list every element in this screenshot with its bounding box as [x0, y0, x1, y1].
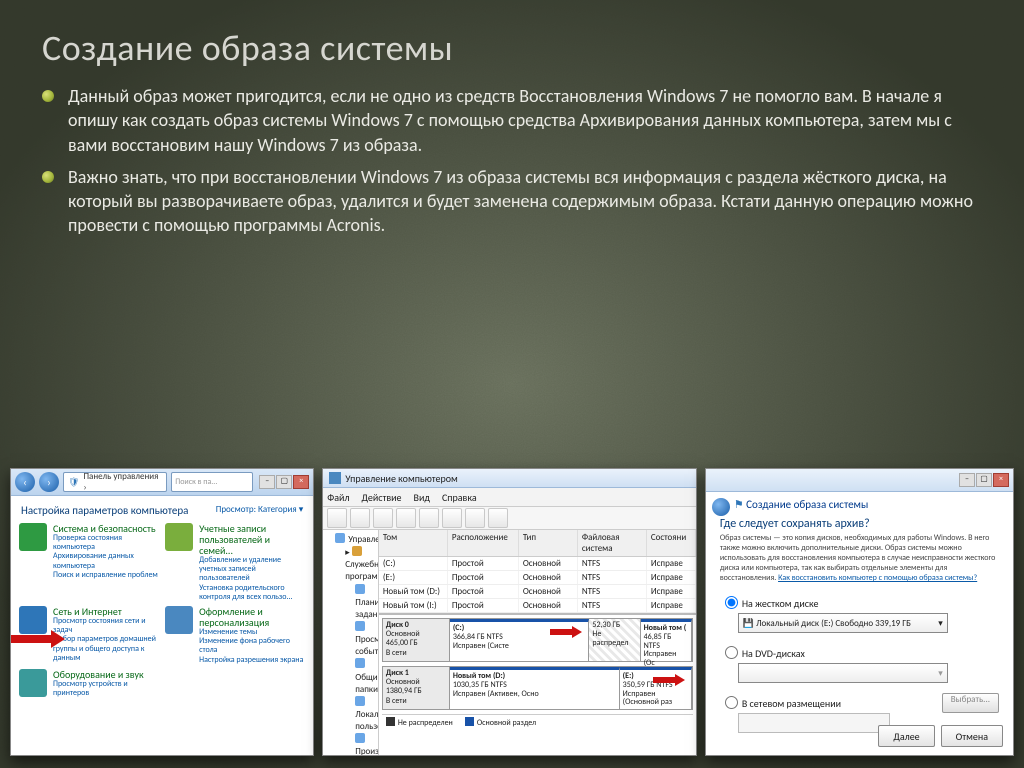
- disk0-part-c[interactable]: (C:)366,84 ГБ NTFSИсправен (Систе: [450, 619, 590, 661]
- disk-legend: Не распределен Основной раздел: [382, 714, 693, 730]
- red-arrow-icon: [10, 629, 69, 649]
- drive-dropdown[interactable]: 💾 Локальный диск (E:) Свободно 339,19 ГБ…: [738, 613, 948, 633]
- screenshot-computer-management: Управление компьютером Файл Действие Вид Сп…: [322, 468, 697, 756]
- bullet-1: Данный образ может пригодится, если не о…: [42, 84, 988, 157]
- cp-heading: Настройка параметров компьютера: [21, 504, 188, 517]
- red-arrow-icon: [550, 626, 584, 638]
- bullet-list: Данный образ может пригодится, если не о…: [42, 84, 988, 238]
- menu-item[interactable]: Справка: [442, 491, 477, 504]
- toolbar[interactable]: [323, 507, 696, 530]
- view-mode[interactable]: Просмотр: Категория ▾: [216, 504, 304, 515]
- wizard-question: Где следует сохранять архив?: [706, 513, 1013, 533]
- address-bar[interactable]: 🛡Панель управления ›: [63, 472, 167, 492]
- cp-category[interactable]: Оформление и персонализацияИзменение тем…: [165, 606, 305, 665]
- disk1-header: Диск 1Основной1380,94 ГБВ сети: [383, 667, 450, 709]
- volume-row[interactable]: Новый том (I:)ПростойОсновнойNTFSИсправе: [379, 599, 696, 613]
- next-button[interactable]: Далее: [878, 725, 934, 747]
- cp-category[interactable]: Учетные записи пользователей и семей...Д…: [165, 523, 305, 602]
- cm-title: Управление компьютером: [345, 472, 458, 485]
- help-link[interactable]: Как восстановить компьютер с помощью обр…: [778, 573, 977, 583]
- search-input[interactable]: Поиск в па...: [171, 472, 253, 492]
- menu-item[interactable]: Вид: [414, 491, 430, 504]
- volumes-header[interactable]: ТомРасположениеТипФайловая системаСостоя…: [379, 530, 696, 557]
- window-controls[interactable]: –▢×: [259, 475, 309, 489]
- option-harddisk[interactable]: На жестком диске 💾 Локальный диск (E:) С…: [720, 593, 999, 633]
- disk0-unalloc[interactable]: 52,30 ГБНе распредел: [589, 619, 640, 661]
- disk1-part-e[interactable]: (E:)350,59 ГБ NTFSИсправен (Основной раз: [620, 667, 692, 709]
- back-icon[interactable]: [712, 498, 730, 516]
- volume-row[interactable]: (C:)ПростойОсновнойNTFSИсправе: [379, 557, 696, 571]
- disk0-part-new[interactable]: Новый том (46,85 ГБ NTFSИсправен (Ос: [641, 619, 692, 661]
- cp-category[interactable]: Система и безопасностьПроверка состояния…: [19, 523, 159, 602]
- volume-row[interactable]: (E:)ПростойОсновнойNTFSИсправе: [379, 571, 696, 585]
- bullet-2: Важно знать, что при восстановлении Wind…: [42, 165, 988, 238]
- wizard-description: Образ системы — это копия дисков, необхо…: [706, 533, 1013, 589]
- screenshot-control-panel: ‹ › 🛡Панель управления › Поиск в па... –…: [10, 468, 314, 756]
- menu-item[interactable]: Файл: [327, 491, 349, 504]
- nav-fwd-icon[interactable]: ›: [39, 472, 59, 492]
- menu-item[interactable]: Действие: [362, 491, 402, 504]
- red-arrow-icon: [653, 674, 687, 686]
- disk1-part-d[interactable]: Новый том (D:)1030,35 ГБ NTFSИсправен (А…: [450, 667, 620, 709]
- slide-title: Создание образа системы: [42, 26, 988, 70]
- screenshot-image-wizard: –▢× ⚑ Создание образа системы Где следуе…: [705, 468, 1014, 756]
- volumes-list[interactable]: (C:)ПростойОсновнойNTFSИсправе(E:)Просто…: [379, 557, 696, 613]
- cancel-button[interactable]: Отмена: [941, 725, 1003, 747]
- cp-category[interactable]: Оборудование и звукПросмотр устройств и …: [19, 669, 159, 698]
- option-dvd[interactable]: На DVD-дисках ▾: [720, 643, 999, 683]
- window-controls[interactable]: –▢×: [959, 473, 1009, 487]
- nav-tree[interactable]: Управление компьютером (л ▸ Служебные пр…: [323, 530, 379, 756]
- volume-row[interactable]: Новый том (D:)ПростойОсновнойNTFSИсправе: [379, 585, 696, 599]
- wizard-title: Создание образа системы: [746, 498, 868, 511]
- nav-back-icon[interactable]: ‹: [15, 472, 35, 492]
- disk-map[interactable]: Диск 0Основной465,00 ГБВ сети (C:)366,84…: [379, 613, 696, 733]
- disk0-header: Диск 0Основной465,00 ГБВ сети: [383, 619, 450, 661]
- menu-bar[interactable]: Файл Действие Вид Справка: [323, 488, 696, 507]
- browse-button[interactable]: Выбрать...: [942, 693, 999, 713]
